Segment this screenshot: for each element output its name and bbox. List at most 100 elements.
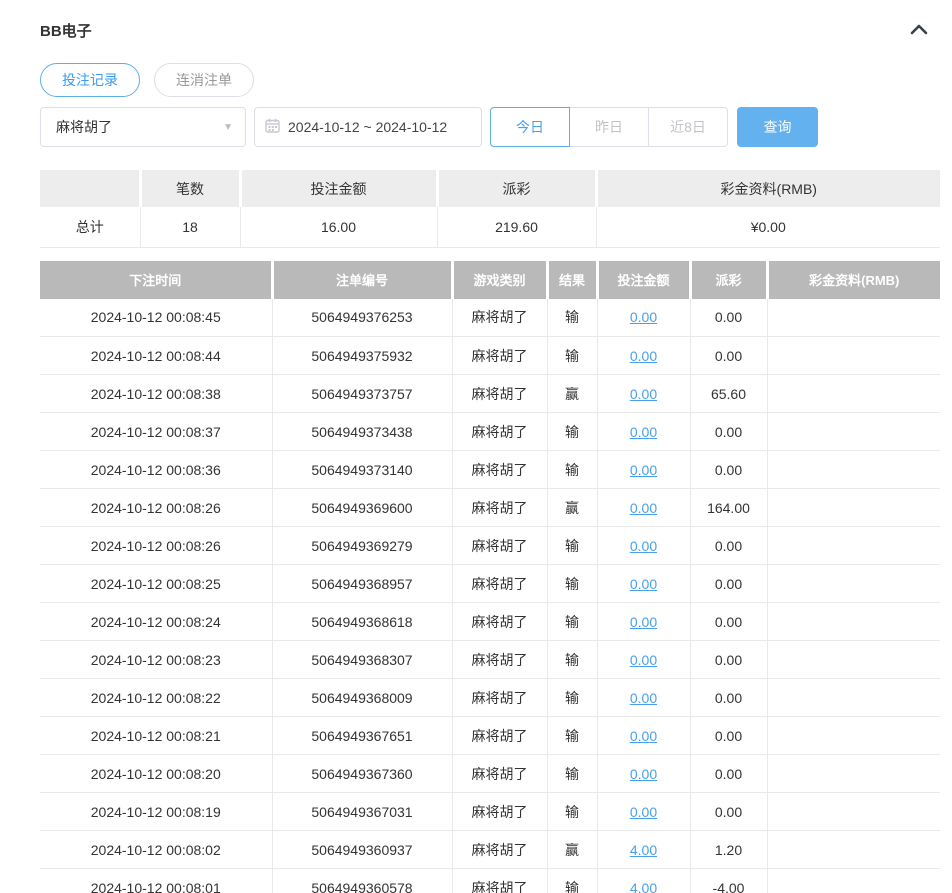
bet-time-cell: 2024-10-12 00:08:19 — [40, 792, 273, 831]
bet-amount-link[interactable]: 0.00 — [630, 766, 657, 782]
bonus-cell — [767, 754, 940, 793]
table-row: 2024-10-12 00:08:36 5064949373140 麻将胡了输 0.0… — [40, 450, 940, 489]
bet-time-cell: 2024-10-12 00:08:44 — [40, 336, 273, 375]
bet-amount-link[interactable]: 0.00 — [630, 614, 657, 630]
query-button[interactable]: 查询 — [737, 107, 818, 147]
bet-amount-link[interactable]: 0.00 — [630, 500, 657, 516]
result-cell: 输 — [547, 526, 598, 565]
bet-time-cell: 2024-10-12 00:08:22 — [40, 678, 273, 717]
bet-id-cell: 5064949376253 — [272, 298, 453, 337]
game-type-select[interactable]: 麻将胡了 ▼ — [40, 107, 246, 147]
column-header: 派彩 — [690, 260, 769, 299]
table-row: 2024-10-12 00:08:22 5064949368009 麻将胡了输 0.0… — [40, 678, 940, 717]
result-cell: 输 — [547, 602, 598, 641]
bet-amount-link[interactable]: 0.00 — [630, 462, 657, 478]
bet-amount-cell: 0.00 — [597, 716, 691, 755]
table-row: 2024-10-12 00:08:25 5064949368957 麻将胡了输 0.0… — [40, 564, 940, 603]
bet-amount-link[interactable]: 0.00 — [630, 348, 657, 364]
bonus-cell — [767, 868, 940, 893]
table-row: 2024-10-12 00:08:26 5064949369600 麻将胡了赢 0.0… — [40, 488, 940, 527]
panel-header: BB电子 — [40, 18, 940, 42]
game-type-cell: 麻将胡了 — [452, 792, 548, 831]
bet-amount-link[interactable]: 4.00 — [630, 842, 657, 858]
bet-time-cell: 2024-10-12 00:08:01 — [40, 868, 273, 893]
game-type-cell: 麻将胡了 — [452, 754, 548, 793]
bonus-cell — [767, 336, 940, 375]
table-row: 2024-10-12 00:08:01 5064949360578 麻将胡了输 4.0… — [40, 868, 940, 893]
table-row: 2024-10-12 00:08:23 5064949368307 麻将胡了输 0.0… — [40, 640, 940, 679]
bonus-cell — [767, 640, 940, 679]
bet-amount-link[interactable]: 0.00 — [630, 424, 657, 440]
yesterday-button[interactable]: 昨日 — [569, 107, 649, 147]
bet-amount-cell: 0.00 — [597, 298, 691, 337]
bet-time-cell: 2024-10-12 00:08:36 — [40, 450, 273, 489]
game-type-cell: 麻将胡了 — [452, 678, 548, 717]
bet-amount-cell: 0.00 — [597, 526, 691, 565]
bet-amount-cell: 4.00 — [597, 830, 691, 869]
column-header: 投注金额 — [597, 260, 692, 299]
bet-id-cell: 5064949373140 — [272, 450, 453, 489]
game-type-cell: 麻将胡了 — [452, 564, 548, 603]
bet-amount-link[interactable]: 0.00 — [630, 576, 657, 592]
chevron-down-icon: ▼ — [223, 121, 233, 133]
payout-cell: 0.00 — [690, 792, 768, 831]
bet-time-cell: 2024-10-12 00:08:20 — [40, 754, 273, 793]
summary-header-bet-amount: 投注金额 — [240, 170, 439, 207]
bet-amount-link[interactable]: 0.00 — [630, 728, 657, 744]
bet-amount-cell: 0.00 — [597, 450, 691, 489]
summary-total-bonus: ¥0.00 — [596, 207, 940, 248]
summary-table: 笔数 投注金额 派彩 彩金资料(RMB) 总计 18 16.00 219.60 … — [40, 170, 940, 248]
date-range-input[interactable]: 2024-10-12 ~ 2024-10-12 — [254, 107, 482, 147]
column-header: 结果 — [547, 260, 599, 299]
summary-total-count: 18 — [140, 207, 241, 248]
tab-bar: 投注记录 连消注单 — [40, 63, 940, 97]
bet-amount-cell: 0.00 — [597, 336, 691, 375]
bet-amount-cell: 4.00 — [597, 868, 691, 893]
bet-time-cell: 2024-10-12 00:08:26 — [40, 488, 273, 527]
collapse-button[interactable] — [908, 21, 930, 40]
bet-id-cell: 5064949368009 — [272, 678, 453, 717]
today-button[interactable]: 今日 — [490, 107, 570, 147]
payout-cell: 65.60 — [690, 374, 768, 413]
result-cell: 输 — [547, 716, 598, 755]
bonus-cell — [767, 716, 940, 755]
payout-cell: 164.00 — [690, 488, 768, 527]
bet-amount-cell: 0.00 — [597, 488, 691, 527]
column-header: 下注时间 — [40, 260, 274, 299]
table-row: 2024-10-12 00:08:45 5064949376253 麻将胡了输 0.0… — [40, 298, 940, 337]
tab-bet-records[interactable]: 投注记录 — [40, 63, 140, 97]
payout-cell: 0.00 — [690, 336, 768, 375]
bet-amount-cell: 0.00 — [597, 640, 691, 679]
summary-total-row: 总计 18 16.00 219.60 ¥0.00 — [40, 207, 940, 248]
bet-amount-link[interactable]: 0.00 — [630, 690, 657, 706]
bet-amount-link[interactable]: 4.00 — [630, 880, 657, 893]
result-cell: 输 — [547, 336, 598, 375]
table-row: 2024-10-12 00:08:38 5064949373757 麻将胡了赢 0.0… — [40, 374, 940, 413]
bonus-cell — [767, 450, 940, 489]
bet-amount-link[interactable]: 0.00 — [630, 652, 657, 668]
bet-amount-link[interactable]: 0.00 — [630, 309, 657, 325]
last-8-days-button[interactable]: 近8日 — [648, 107, 728, 147]
bet-amount-cell: 0.00 — [597, 564, 691, 603]
bet-amount-link[interactable]: 0.00 — [630, 386, 657, 402]
game-type-cell: 麻将胡了 — [452, 830, 548, 869]
bet-id-cell: 5064949367651 — [272, 716, 453, 755]
table-row: 2024-10-12 00:08:19 5064949367031 麻将胡了输 0.0… — [40, 792, 940, 831]
payout-cell: 0.00 — [690, 678, 768, 717]
bet-time-cell: 2024-10-12 00:08:23 — [40, 640, 273, 679]
summary-total-bet-amount: 16.00 — [240, 207, 438, 248]
result-cell: 输 — [547, 792, 598, 831]
game-type-cell: 麻将胡了 — [452, 868, 548, 893]
bet-amount-link[interactable]: 0.00 — [630, 538, 657, 554]
bet-records-table: 下注时间 注单编号 游戏类别 结果 投注金额 派彩 彩金资料(RMB) 2024-10-12… — [40, 260, 940, 893]
game-type-cell: 麻将胡了 — [452, 602, 548, 641]
bet-amount-cell: 0.00 — [597, 412, 691, 451]
tab-cancelled-bets[interactable]: 连消注单 — [154, 63, 254, 97]
table-row: 2024-10-12 00:08:26 5064949369279 麻将胡了输 0.0… — [40, 526, 940, 565]
payout-cell: 0.00 — [690, 526, 768, 565]
table-row: 2024-10-12 00:08:24 5064949368618 麻将胡了输 0.0… — [40, 602, 940, 641]
filter-bar: 麻将胡了 ▼ 2024-10-12 ~ 2024-10-12 今日 昨日 近8日… — [40, 107, 940, 147]
bet-amount-link[interactable]: 0.00 — [630, 804, 657, 820]
summary-total-label: 总计 — [40, 207, 141, 248]
calendar-icon — [265, 118, 288, 136]
